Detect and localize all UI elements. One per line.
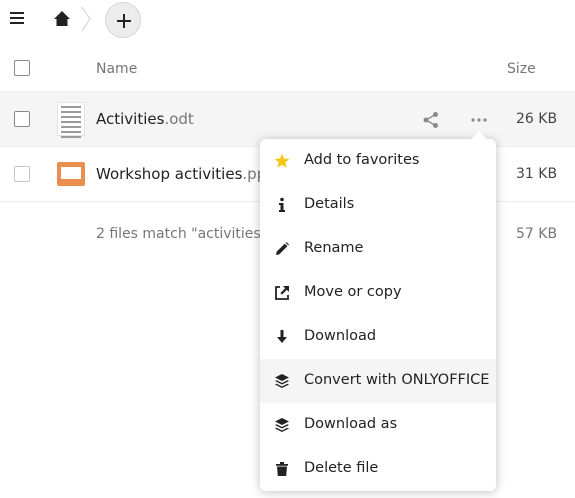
menu-item-label: Rename (304, 240, 364, 256)
menu-item-rename[interactable]: Rename (260, 227, 496, 271)
menu-item-label: Add to favorites (304, 152, 420, 168)
total-size: 57 KB (516, 226, 558, 242)
star-icon (274, 153, 290, 168)
hamburger-menu-icon[interactable] (10, 12, 24, 26)
menu-item-label: Move or copy (304, 284, 402, 300)
more-actions-icon[interactable] (470, 111, 488, 129)
menu-item-label: Download as (304, 416, 398, 432)
menu-item-label: Details (304, 196, 355, 212)
add-new-button[interactable] (105, 2, 141, 38)
menu-item-convert-with-onlyoffice[interactable]: Convert with ONLYOFFICE (260, 359, 496, 403)
file-select-checkbox[interactable] (14, 111, 30, 127)
menu-item-label: Convert with ONLYOFFICE (304, 372, 490, 388)
menu-item-label: Delete file (304, 460, 379, 476)
top-bar (0, 0, 575, 44)
plus-icon (117, 14, 131, 28)
select-all-checkbox[interactable] (14, 60, 30, 76)
menu-item-download-as[interactable]: Download as (260, 403, 496, 447)
share-icon[interactable] (422, 111, 440, 129)
menu-item-label: Download (304, 328, 377, 344)
layers-icon (275, 418, 289, 432)
menu-item-download[interactable]: Download (260, 315, 496, 359)
menu-arrow (471, 131, 487, 139)
file-name[interactable]: Activities.odt (96, 110, 194, 128)
file-extension: .odt (164, 110, 194, 128)
name-column-header[interactable]: Name (96, 61, 137, 77)
layers-icon (275, 374, 289, 388)
download-arrow-icon (277, 330, 287, 343)
file-size: 26 KB (516, 111, 558, 127)
pencil-icon (276, 242, 289, 255)
menu-item-move-or-copy[interactable]: Move or copy (260, 271, 496, 315)
size-column-header[interactable]: Size (507, 61, 536, 77)
file-actions-menu: Add to favorites Details Rename Move or … (260, 131, 496, 491)
info-icon (279, 197, 285, 212)
home-icon[interactable] (52, 9, 72, 29)
external-link-icon (275, 286, 289, 300)
breadcrumb-separator-icon (81, 6, 91, 32)
document-thumbnail (57, 102, 85, 138)
trash-icon (276, 462, 288, 476)
menu-item-add-to-favorites[interactable]: Add to favorites (260, 139, 496, 183)
file-select-checkbox[interactable] (14, 166, 30, 182)
file-list-header: Name Size (0, 44, 575, 92)
menu-item-delete-file[interactable]: Delete file (260, 447, 496, 491)
menu-item-details[interactable]: Details (260, 183, 496, 227)
file-name[interactable]: Workshop activities.pptx (96, 165, 281, 183)
presentation-thumbnail (57, 162, 85, 186)
file-size: 31 KB (516, 166, 558, 182)
search-result-summary: 2 files match "activities" (96, 226, 268, 242)
